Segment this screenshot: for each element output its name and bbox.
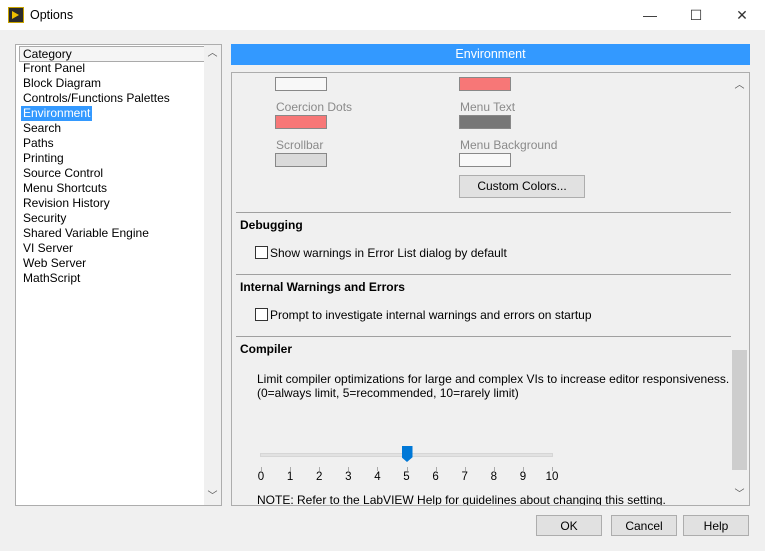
menu-text-label: Menu Text — [460, 100, 516, 114]
category-item[interactable]: Environment — [21, 106, 93, 121]
window-title: Options — [30, 8, 74, 22]
menu-text-swatch[interactable] — [459, 115, 511, 129]
compiler-range-hint: (0=always limit, 5=recommended, 10=rarel… — [257, 386, 519, 400]
compiler-heading: Compiler — [240, 342, 293, 356]
settings-panel: Coercion Dots Menu Text Scrollbar Menu B… — [231, 72, 750, 506]
prompt-investigate-label[interactable]: Prompt to investigate internal warnings … — [270, 308, 592, 322]
category-item[interactable]: Paths — [21, 136, 56, 151]
scroll-down-icon[interactable]: ﹀ — [731, 486, 748, 503]
scroll-up-icon[interactable]: ︿ — [204, 45, 221, 62]
category-item[interactable]: Search — [21, 121, 63, 136]
internal-warnings-heading: Internal Warnings and Errors — [240, 280, 405, 294]
category-item[interactable]: Printing — [21, 151, 66, 166]
divider — [236, 336, 732, 337]
slider-tick-label: 0 — [257, 471, 265, 483]
slider-tick-label: 7 — [461, 471, 468, 483]
scroll-down-icon[interactable]: ﹀ — [204, 488, 221, 505]
category-item[interactable]: Web Server — [21, 256, 88, 271]
category-scrollbar[interactable]: ︿ ﹀ — [204, 45, 221, 505]
close-button[interactable]: ✕ — [719, 0, 765, 30]
help-button[interactable]: Help — [683, 515, 749, 536]
category-item[interactable]: Block Diagram — [21, 76, 103, 91]
minimize-button[interactable]: — — [627, 0, 673, 30]
category-list[interactable]: Category ︿ ﹀ Front Panel Block Diagram Con… — [15, 44, 222, 506]
compiler-slider-thumb[interactable] — [401, 446, 413, 462]
category-item[interactable]: Controls/Functions Palettes — [21, 91, 172, 106]
menu-background-label: Menu Background — [460, 138, 558, 152]
slider-tick-label: 9 — [519, 471, 527, 483]
divider — [236, 212, 732, 213]
scroll-up-icon[interactable]: ︿ — [731, 77, 748, 94]
category-item[interactable]: MathScript — [21, 271, 82, 286]
divider — [236, 274, 732, 275]
slider-tick-label: 3 — [345, 471, 352, 483]
color-swatch-top-right[interactable] — [459, 77, 511, 91]
slider-tick-label: 8 — [490, 471, 497, 483]
slider-tick-label: 2 — [315, 471, 323, 483]
cancel-button[interactable]: Cancel — [611, 515, 677, 536]
custom-colors-button[interactable]: Custom Colors... — [459, 175, 585, 198]
maximize-button[interactable]: ☐ — [673, 0, 719, 30]
category-header: Category — [19, 46, 205, 62]
coercion-dots-swatch[interactable] — [275, 115, 327, 129]
labview-app-icon — [8, 7, 24, 23]
scrollbar-swatch[interactable] — [275, 153, 327, 167]
show-warnings-label[interactable]: Show warnings in Error List dialog by de… — [270, 246, 507, 260]
coercion-dots-label: Coercion Dots — [276, 100, 353, 114]
slider-tick-label: 6 — [432, 471, 439, 483]
slider-tick-label: 10 — [545, 471, 559, 483]
slider-tick-label: 4 — [374, 471, 381, 483]
slider-tick-label: 1 — [286, 471, 294, 483]
prompt-investigate-checkbox[interactable] — [255, 308, 268, 321]
scrollbar-label: Scrollbar — [276, 138, 324, 152]
category-item[interactable]: Revision History — [21, 196, 112, 211]
section-title: Environment — [231, 44, 750, 65]
category-item[interactable]: Source Control — [21, 166, 105, 181]
debugging-heading: Debugging — [240, 218, 303, 232]
slider-tick-label: 5 — [403, 471, 410, 483]
category-item[interactable]: VI Server — [21, 241, 75, 256]
color-swatch-top-left[interactable] — [275, 77, 327, 91]
category-item[interactable]: Front Panel — [21, 61, 87, 76]
compiler-description: Limit compiler optimizations for large a… — [257, 372, 730, 386]
compiler-note: NOTE: Refer to the LabVIEW Help for guid… — [257, 493, 666, 506]
show-warnings-checkbox[interactable] — [255, 246, 268, 259]
ok-button[interactable]: OK — [536, 515, 602, 536]
scrollbar-thumb[interactable] — [732, 350, 747, 470]
category-item[interactable]: Menu Shortcuts — [21, 181, 109, 196]
category-item[interactable]: Shared Variable Engine — [21, 226, 151, 241]
menu-background-swatch[interactable] — [459, 153, 511, 167]
settings-scrollbar[interactable]: ︿ ﹀ — [731, 73, 749, 505]
category-item[interactable]: Security — [21, 211, 68, 226]
